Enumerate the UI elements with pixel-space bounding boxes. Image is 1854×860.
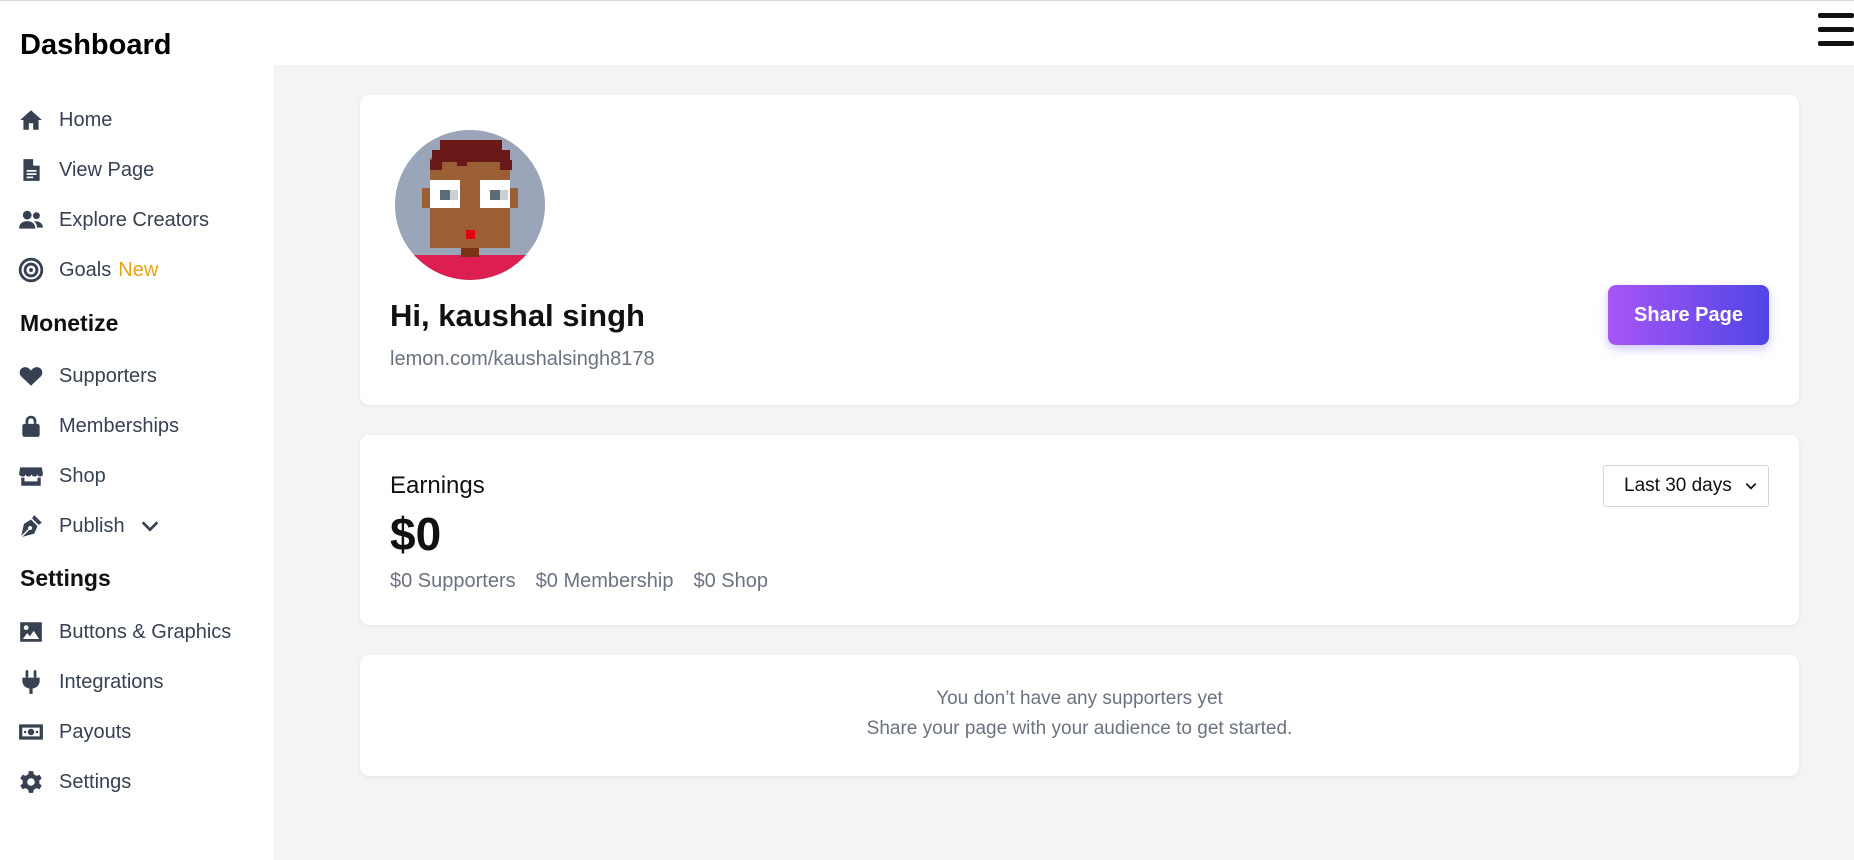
- sidebar-item-label: Payouts: [59, 720, 132, 743]
- chevron-down-icon: [1745, 483, 1757, 490]
- sidebar-item-label: Goals: [59, 258, 112, 281]
- date-range-select[interactable]: Last 30 days: [1603, 465, 1769, 507]
- avatar: [395, 130, 545, 280]
- sidebar-item-explore-creators[interactable]: Explore Creators: [18, 203, 209, 237]
- sidebar-item-publish[interactable]: Publish: [18, 509, 161, 543]
- lock-icon: [18, 413, 44, 439]
- earnings-shop: $0 Shop: [693, 570, 768, 592]
- earnings-supporters: $0 Supporters: [390, 570, 516, 592]
- home-icon: [18, 107, 44, 133]
- file-icon: [18, 157, 44, 183]
- sidebar-item-settings[interactable]: Settings: [18, 765, 131, 799]
- brand-title: Dashboard: [20, 29, 172, 61]
- plug-icon: [18, 669, 44, 695]
- hamburger-menu-icon[interactable]: [1818, 13, 1854, 47]
- money-icon: [18, 719, 44, 745]
- sidebar-item-memberships[interactable]: Memberships: [18, 409, 179, 443]
- empty-state-title: You don’t have any supporters yet: [936, 688, 1223, 709]
- sidebar-item-shop[interactable]: Shop: [18, 459, 106, 493]
- sidebar-item-goals[interactable]: Goals New: [18, 253, 158, 287]
- sidebar-item-integrations[interactable]: Integrations: [18, 665, 164, 699]
- greeting-heading: Hi, kaushal singh: [390, 298, 645, 333]
- earnings-card: Earnings $0 $0 Supporters $0 Membership …: [360, 435, 1799, 625]
- supporters-empty-state: You don’t have any supporters yet Share …: [360, 655, 1799, 776]
- sidebar-item-label: Memberships: [59, 414, 180, 437]
- top-bar: [274, 1, 1854, 65]
- earnings-membership: $0 Membership: [535, 570, 674, 592]
- earnings-breakdown: $0 Supporters $0 Membership $0 Shop: [390, 570, 768, 593]
- sidebar-item-view-page[interactable]: View Page: [18, 153, 154, 187]
- earnings-total: $0: [390, 508, 442, 560]
- sidebar-item-label: Integrations: [59, 670, 164, 693]
- heart-icon: [18, 363, 44, 389]
- sidebar-item-buttons-graphics[interactable]: Buttons & Graphics: [18, 615, 231, 649]
- target-icon: [18, 257, 44, 283]
- gear-icon: [18, 769, 44, 795]
- sidebar-item-supporters[interactable]: Supporters: [18, 359, 157, 393]
- store-icon: [18, 463, 44, 489]
- sidebar-item-label: Explore Creators: [59, 208, 210, 231]
- sidebar-item-label: Settings: [59, 770, 132, 793]
- date-range-value: Last 30 days: [1624, 475, 1732, 496]
- users-icon: [18, 207, 44, 233]
- image-icon: [18, 619, 44, 645]
- sidebar-item-label: Publish: [59, 514, 125, 537]
- sidebar-item-payouts[interactable]: Payouts: [18, 715, 131, 749]
- profile-card: Hi, kaushal singh lemon.com/kaushalsingh…: [360, 95, 1799, 405]
- sidebar-item-label: Home: [59, 108, 113, 131]
- pen-icon: [18, 513, 44, 539]
- sidebar-item-label: Supporters: [59, 364, 157, 387]
- sidebar-item-home[interactable]: Home: [18, 103, 112, 137]
- share-page-button[interactable]: Share Page: [1608, 285, 1769, 345]
- sidebar-item-label: View Page: [59, 158, 155, 181]
- new-badge: New: [118, 258, 159, 281]
- sidebar: Dashboard Home View Page Explore Creator…: [0, 1, 274, 860]
- section-title-monetize: Monetize: [20, 310, 119, 336]
- section-title-settings: Settings: [20, 565, 111, 591]
- page-url-link[interactable]: lemon.com/kaushalsingh8178: [390, 348, 655, 371]
- sidebar-item-label: Shop: [59, 464, 106, 487]
- earnings-title: Earnings: [390, 472, 485, 499]
- sidebar-item-label: Buttons & Graphics: [59, 620, 232, 643]
- chevron-down-icon[interactable]: [139, 515, 161, 537]
- empty-state-subtitle: Share your page with your audience to ge…: [866, 718, 1293, 739]
